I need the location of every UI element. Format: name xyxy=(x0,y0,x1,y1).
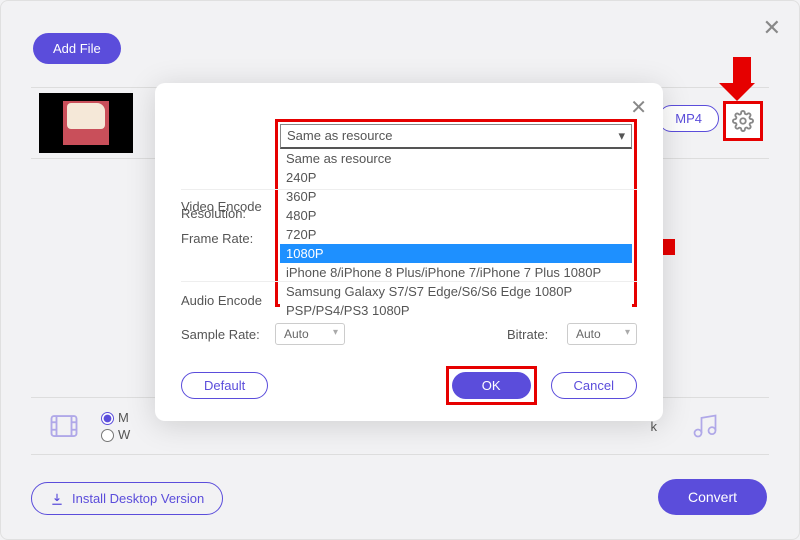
resolution-option[interactable]: 240P xyxy=(280,168,632,187)
default-button[interactable]: Default xyxy=(181,372,268,399)
frame-rate-label: Frame Rate: xyxy=(181,231,253,246)
resolution-option[interactable]: Samsung Galaxy S7/S7 Edge/S6/S6 Edge 108… xyxy=(280,282,632,301)
resolution-selected-value: Same as resource xyxy=(287,128,393,144)
resolution-option[interactable]: iPhone 8/iPhone 8 Plus/iPhone 7/iPhone 7… xyxy=(280,263,632,282)
resolution-options-list: Same as resource240P360P480P720P1080PiPh… xyxy=(280,149,632,320)
sample-rate-select[interactable]: Auto xyxy=(275,323,345,345)
chevron-down-icon: ▾ xyxy=(618,128,625,144)
cancel-button[interactable]: Cancel xyxy=(551,372,637,399)
install-desktop-button[interactable]: Install Desktop Version xyxy=(31,482,223,515)
video-encoder-label: Video Encode xyxy=(181,199,262,214)
ok-button[interactable]: OK xyxy=(452,372,531,399)
resolution-dropdown-highlight: Same as resource ▾ Same as resource240P3… xyxy=(275,119,637,307)
dialog-close-icon[interactable]: ✕ xyxy=(630,95,647,120)
resolution-option[interactable]: 720P xyxy=(280,225,632,244)
resolution-option[interactable]: PSP/PS4/PS3 1080P xyxy=(280,301,632,320)
resolution-select[interactable]: Same as resource ▾ xyxy=(280,124,632,149)
resolution-option[interactable]: 1080P xyxy=(280,244,632,263)
convert-button[interactable]: Convert xyxy=(658,479,767,515)
sample-rate-label: Sample Rate: xyxy=(181,327,275,342)
settings-dialog: ✕ Resolution: Same as resource ▾ Same as… xyxy=(155,83,663,421)
output-format-pill[interactable]: MP4 xyxy=(658,105,719,132)
ok-button-highlight: OK xyxy=(446,366,537,405)
audio-encoder-label: Audio Encode xyxy=(181,293,262,308)
bitrate-label: Bitrate: xyxy=(507,327,567,342)
add-file-button[interactable]: Add File xyxy=(33,33,121,64)
resolution-option[interactable]: 480P xyxy=(280,206,632,225)
music-icon[interactable] xyxy=(691,412,719,440)
radio-option-1[interactable]: M xyxy=(101,410,130,425)
window-close-icon[interactable]: ✕ xyxy=(763,15,781,41)
settings-button[interactable] xyxy=(723,101,763,141)
radio-option-2[interactable]: W xyxy=(101,427,130,442)
download-icon xyxy=(50,492,64,506)
video-thumbnail[interactable] xyxy=(39,93,133,153)
gear-icon xyxy=(732,110,754,132)
resolution-option[interactable]: Same as resource xyxy=(280,149,632,168)
bitrate-select[interactable]: Auto xyxy=(567,323,637,345)
annotation-arrow-down xyxy=(728,57,755,101)
video-icon xyxy=(47,411,81,441)
